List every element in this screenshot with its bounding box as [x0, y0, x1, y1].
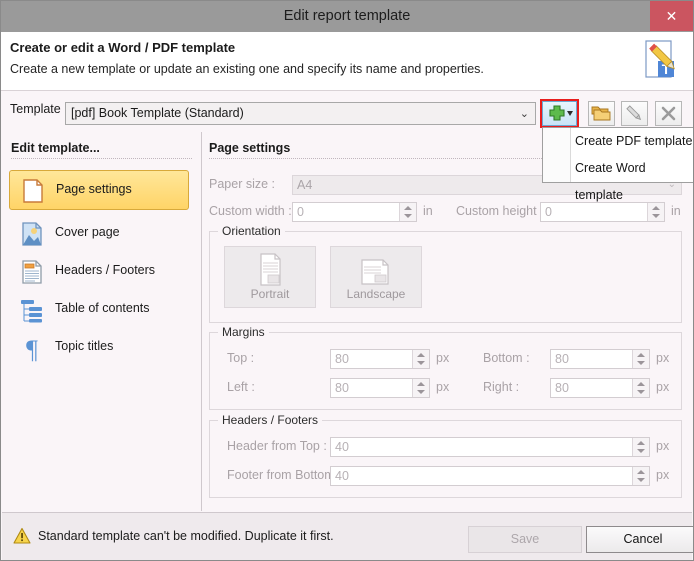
margin-bottom-stepper[interactable]	[632, 350, 649, 368]
sidebar-item-label: Cover page	[55, 225, 120, 239]
menu-item-create-word-template[interactable]: Create Word template	[571, 155, 693, 202]
header-from-top-input[interactable]: 40	[330, 437, 650, 457]
add-template-button[interactable]	[542, 101, 577, 126]
footer-from-bottom-label: Footer from Bottom :	[227, 468, 342, 482]
plus-icon	[549, 105, 565, 121]
margin-top-input[interactable]: 80	[330, 349, 430, 369]
dialog-footer: Standard template can't be modified. Dup…	[2, 512, 693, 560]
margin-bottom-input[interactable]: 80	[550, 349, 650, 369]
footer-from-bottom-unit: px	[656, 468, 670, 482]
sidebar-item-label: Table of contents	[55, 301, 150, 315]
sidebar-heading: Edit template...	[11, 141, 192, 159]
sidebar-item-headers-footers[interactable]: Headers / Footers	[9, 252, 189, 292]
headers-footers-group: Headers / Footers Header from Top : 40 p…	[209, 413, 682, 498]
margin-left-input[interactable]: 80	[330, 378, 430, 398]
margin-top-label: Top :	[227, 351, 255, 365]
orientation-landscape-label: Landscape	[346, 287, 406, 301]
menu-item-create-pdf-template[interactable]: Create PDF template	[571, 128, 693, 155]
margin-bottom-unit: px	[656, 351, 670, 365]
margin-bottom-label: Bottom :	[483, 351, 530, 365]
create-template-menu: Create PDF template Create Word template	[542, 127, 693, 202]
header-from-top-stepper[interactable]	[632, 438, 649, 456]
margin-top-unit: px	[436, 351, 450, 365]
tree-list-icon	[18, 296, 46, 324]
custom-height-label: Custom height :	[456, 204, 544, 218]
sidebar-item-cover-page[interactable]: Cover page	[9, 214, 189, 254]
sidebar-item-topic-titles[interactable]: ¶ Topic titles	[9, 328, 189, 368]
header-footer-icon	[18, 258, 46, 286]
orientation-portrait-button[interactable]: Portrait	[224, 246, 316, 308]
custom-width-input[interactable]: 0	[292, 202, 417, 222]
sidebar-item-label: Topic titles	[55, 339, 114, 353]
margin-right-label: Right :	[483, 380, 520, 394]
orientation-group-title: Orientation	[218, 224, 285, 238]
orientation-landscape-button[interactable]: Landscape	[330, 246, 422, 308]
header-banner: Create or edit a Word / PDF template Cre…	[1, 32, 693, 91]
sidebar-item-page-settings[interactable]: Page settings	[9, 170, 189, 210]
pilcrow-icon: ¶	[18, 334, 46, 364]
chevron-down-icon: ⌄	[519, 108, 529, 120]
sidebar-item-label: Page settings	[56, 182, 132, 196]
margin-top-value: 80	[335, 352, 349, 366]
footer-from-bottom-value: 40	[335, 469, 349, 483]
header-from-top-label: Header from Top :	[227, 439, 327, 453]
sidebar-item-table-of-contents[interactable]: Table of contents	[9, 290, 189, 330]
custom-width-value: 0	[297, 205, 304, 219]
footer-from-bottom-input[interactable]: 40	[330, 466, 650, 486]
menu-icon-gutter	[543, 128, 571, 182]
custom-width-stepper[interactable]	[399, 203, 416, 221]
margins-group-title: Margins	[218, 325, 269, 339]
margin-bottom-value: 80	[555, 352, 569, 366]
margin-left-value: 80	[335, 381, 349, 395]
header-from-top-value: 40	[335, 440, 349, 454]
margin-right-unit: px	[656, 380, 670, 394]
margin-top-stepper[interactable]	[412, 350, 429, 368]
orientation-group: Orientation Portrait Landscape	[209, 224, 682, 323]
delete-template-button[interactable]	[655, 101, 682, 126]
custom-height-value: 0	[545, 205, 552, 219]
status-message: Standard template can't be modified. Dup…	[38, 529, 334, 543]
image-page-icon	[18, 220, 46, 248]
svg-text:¶: ¶	[26, 335, 38, 362]
margin-right-value: 80	[555, 381, 569, 395]
custom-height-unit: in	[671, 204, 681, 218]
margin-right-input[interactable]: 80	[550, 378, 650, 398]
document-edit-text-icon: T	[638, 37, 684, 83]
title-bar: Edit report template ✕	[1, 1, 693, 33]
footer-from-bottom-stepper[interactable]	[632, 467, 649, 485]
folder-copy-icon	[591, 106, 611, 121]
orientation-portrait-label: Portrait	[250, 287, 290, 301]
custom-width-unit: in	[423, 204, 433, 218]
paper-size-label: Paper size :	[209, 177, 276, 191]
warning-triangle-icon	[13, 527, 31, 550]
pencil-icon	[626, 105, 642, 121]
sidebar-item-label: Headers / Footers	[55, 263, 156, 277]
edit-report-template-dialog: Edit report template ✕ Create or edit a …	[0, 0, 694, 561]
paper-size-value: A4	[297, 178, 313, 192]
header-from-top-unit: px	[656, 439, 670, 453]
custom-width-label: Custom width :	[209, 204, 292, 218]
margin-left-label: Left :	[227, 380, 255, 394]
headers-footers-group-title: Headers / Footers	[218, 413, 323, 427]
close-button[interactable]: ✕	[650, 1, 693, 31]
x-icon	[661, 106, 676, 121]
margin-left-stepper[interactable]	[412, 379, 429, 397]
page-icon	[19, 177, 47, 205]
save-button[interactable]: Save	[468, 526, 582, 553]
margin-left-unit: px	[436, 380, 450, 394]
cancel-button[interactable]: Cancel	[586, 526, 693, 553]
template-select[interactable]: [pdf] Book Template (Standard) ⌄	[65, 102, 536, 125]
header-subtitle: Create a new template or update an exist…	[10, 62, 484, 76]
window-title: Edit report template	[283, 8, 411, 24]
sidebar: Edit template... Page settings Cover pag…	[2, 132, 202, 511]
margins-group: Margins Top : 80 px Bottom : 80 px Left …	[209, 325, 682, 410]
duplicate-template-button[interactable]	[588, 101, 615, 126]
edit-template-button[interactable]	[621, 101, 648, 126]
margin-right-stepper[interactable]	[632, 379, 649, 397]
custom-height-stepper[interactable]	[647, 203, 664, 221]
template-label: Template :	[10, 102, 68, 116]
template-select-value: [pdf] Book Template (Standard)	[71, 106, 244, 120]
header-title: Create or edit a Word / PDF template	[10, 40, 236, 55]
